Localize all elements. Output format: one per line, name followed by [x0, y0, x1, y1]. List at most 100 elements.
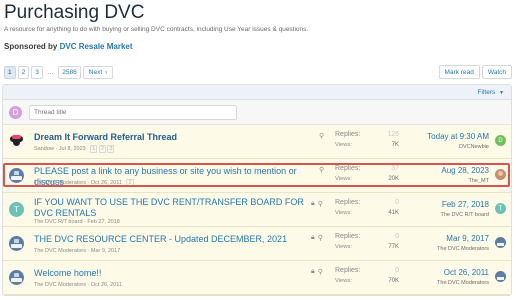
views-count: 20K — [388, 176, 399, 182]
latest-post-user[interactable]: The DVC Moderators — [437, 280, 489, 286]
thread-title-input[interactable] — [29, 104, 237, 120]
thread-stats: Replies: 126 Views: 7K — [335, 131, 399, 148]
views-label: Views: — [335, 210, 352, 216]
views-label: Views: — [335, 278, 352, 284]
thread-meta: The DVC Moderators · Mar 9, 2017 — [34, 248, 121, 254]
thread-title[interactable]: THE DVC RESOURCE CENTER - Updated DECEMB… — [34, 234, 308, 245]
thread-author[interactable]: The DVC Moderators — [34, 248, 86, 254]
views-count: 7K — [391, 142, 399, 148]
latest-post-user[interactable]: The DVC R/T board — [440, 212, 489, 218]
latest-post-user[interactable]: The_MT — [441, 178, 489, 184]
chevron-right-icon: › — [105, 69, 108, 76]
thread-stats: Replies: 0 Views: 41K — [335, 199, 399, 216]
thread-title[interactable]: Welcome home!! — [34, 268, 308, 279]
latest-user-avatar[interactable]: T — [495, 203, 506, 214]
thread-stats: Replies: 37 Views: 20K — [335, 165, 399, 182]
lock-icon: 🔒︎ — [311, 268, 315, 275]
author-avatar[interactable] — [9, 168, 24, 183]
thread-author[interactable]: Sandow — [34, 146, 54, 152]
thread-title[interactable]: Dream It Forward Referral Thread — [34, 132, 308, 143]
watch-button[interactable]: Watch — [481, 65, 512, 79]
latest-user-avatar[interactable] — [495, 169, 506, 180]
lock-icon: 🔒︎ — [311, 200, 315, 207]
thread-pages: 2 — [126, 179, 134, 187]
replies-label: Replies: — [335, 233, 361, 240]
next-page-button[interactable]: Next › — [82, 66, 114, 79]
author-avatar[interactable]: T — [9, 202, 24, 217]
thread-status-icons: 🔒︎ ⚲ — [311, 268, 323, 276]
latest-post-date[interactable]: Aug 28, 2023 — [441, 166, 489, 175]
thread-meta: The DVC Moderators · Oct 26, 2011 2 — [34, 179, 134, 187]
latest-post-date[interactable]: Oct 26, 2011 — [437, 268, 489, 277]
thread-page-link[interactable]: 3 — [107, 145, 115, 153]
thread-author[interactable]: The DVC R/T board — [34, 219, 83, 225]
mark-read-button[interactable]: Mark read — [438, 65, 480, 79]
thread-start-date[interactable]: Oct 26, 2011 — [91, 282, 122, 288]
forum-actions: Mark read Watch — [438, 65, 512, 79]
thread-status-icons: 🔒︎ ⚲ — [311, 234, 323, 242]
thread-start-date[interactable]: Mar 9, 2017 — [91, 248, 120, 254]
latest-post-date[interactable]: Feb 27, 2018 — [440, 200, 489, 209]
author-avatar[interactable] — [9, 134, 24, 149]
replies-count: 0 — [395, 233, 399, 240]
pagination: 1 2 3 ... 2586 Next › — [4, 66, 114, 79]
pin-icon: ⚲ — [317, 201, 323, 208]
page-link-1[interactable]: 1 — [4, 66, 16, 79]
sponsor-line: Sponsored by DVC Resale Market — [4, 42, 133, 51]
page-link-3[interactable]: 3 — [31, 66, 43, 79]
latest-user-avatar[interactable] — [495, 271, 506, 282]
thread-start-date[interactable]: Jul 8, 2023 — [59, 146, 86, 152]
thread-row: Dream It Forward Referral Thread Sandow … — [3, 125, 511, 159]
forum-description: A resource for anything to do with buyin… — [4, 26, 309, 33]
thread-author[interactable]: The DVC Moderators — [34, 180, 86, 186]
latest-user-avatar[interactable] — [495, 237, 506, 248]
avatar-bow — [12, 135, 21, 139]
views-label: Views: — [335, 176, 352, 182]
views-count: 70K — [388, 278, 399, 284]
thread-row: T IF YOU WANT TO USE THE DVC RENT/TRANSF… — [3, 193, 511, 227]
thread-meta: Sandow · Jul 8, 2023 1 2 3 — [34, 145, 115, 153]
latest-post-user[interactable]: DVCNewbie — [427, 144, 489, 150]
pin-icon: ⚲ — [319, 167, 325, 174]
page-ellipsis[interactable]: ... — [44, 66, 57, 79]
thread-author[interactable]: The DVC Moderators — [34, 282, 86, 288]
filters-menu[interactable]: Filters ▼ — [478, 89, 504, 96]
thread-page-link[interactable]: 2 — [126, 179, 134, 187]
latest-post: Feb 27, 2018 The DVC R/T board — [440, 200, 489, 218]
avatar-head — [13, 139, 20, 146]
author-avatar[interactable] — [9, 270, 24, 285]
views-label: Views: — [335, 142, 352, 148]
thread-start-date[interactable]: Oct 26, 2011 — [91, 180, 122, 186]
user-avatar[interactable]: D — [9, 105, 22, 119]
page-link-2[interactable]: 2 — [17, 66, 30, 79]
pin-icon: ⚲ — [317, 235, 323, 242]
views-count: 41K — [388, 210, 399, 216]
thread-stats: Replies: 0 Views: 70K — [335, 267, 399, 284]
page-link-last[interactable]: 2586 — [58, 66, 81, 79]
caret-down-icon: ▼ — [499, 89, 504, 96]
thread-row: THE DVC RESOURCE CENTER - Updated DECEMB… — [3, 227, 511, 261]
page-title: Purchasing DVC — [4, 2, 145, 23]
thread-start-date[interactable]: Feb 27, 2018 — [87, 219, 119, 225]
replies-count: 0 — [395, 267, 399, 274]
latest-post-date[interactable]: Mar 9, 2017 — [437, 234, 489, 243]
filter-bar: Filters ▼ — [3, 85, 511, 100]
thread-page-link[interactable]: 1 — [90, 145, 98, 153]
thread-status-icons: ⚲ — [319, 132, 324, 140]
views-label: Views: — [335, 244, 352, 250]
thread-status-icons: ⚲ — [319, 166, 324, 174]
filters-label: Filters — [477, 88, 496, 96]
author-avatar[interactable] — [9, 236, 24, 251]
lock-icon: 🔒︎ — [311, 234, 315, 241]
thread-title[interactable]: IF YOU WANT TO USE THE DVC RENT/TRANSFER… — [34, 197, 308, 219]
latest-post-date[interactable]: Today at 9:30 AM — [427, 132, 489, 141]
replies-label: Replies: — [335, 199, 361, 206]
latest-post: Oct 26, 2011 The DVC Moderators — [437, 268, 489, 286]
latest-user-avatar[interactable]: D — [495, 135, 506, 146]
latest-post-user[interactable]: The DVC Moderators — [437, 246, 489, 252]
quick-thread-row: D — [3, 100, 511, 125]
sponsor-link[interactable]: DVC Resale Market — [60, 42, 133, 51]
thread-page-link[interactable]: 2 — [98, 145, 106, 153]
replies-count: 0 — [395, 199, 399, 206]
next-page-label: Next — [88, 69, 103, 76]
